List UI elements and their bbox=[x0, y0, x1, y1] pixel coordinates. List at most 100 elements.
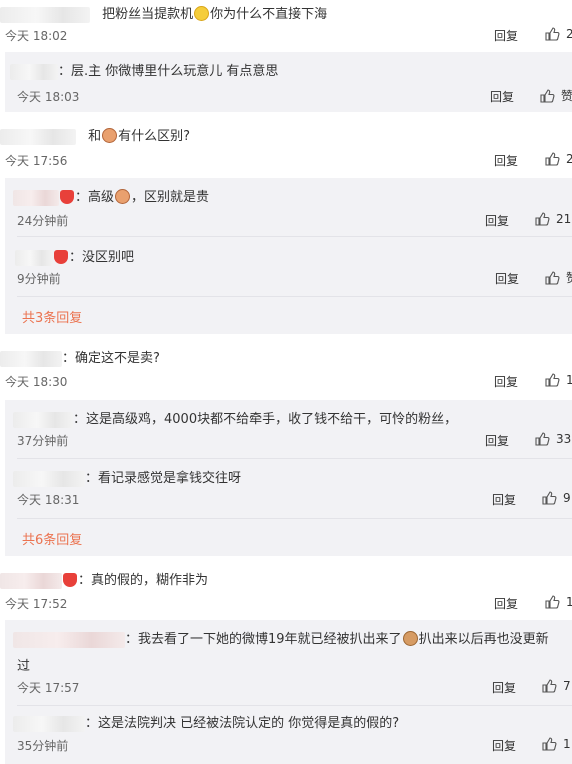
replier-name-blurred[interactable] bbox=[13, 470, 85, 487]
reply-button[interactable]: 回复 bbox=[494, 152, 518, 169]
thumbs-up-icon bbox=[542, 737, 557, 751]
reply-container: ：层.主 你微博里什么玩意儿 有点意思 今天 18:03 回复 赞 bbox=[5, 52, 572, 112]
like-button[interactable]: 33 bbox=[534, 431, 571, 447]
replier-name-blurred[interactable] bbox=[13, 411, 73, 428]
like-button[interactable]: 9 bbox=[541, 490, 571, 506]
more-replies-link[interactable]: 共6条回复 bbox=[22, 529, 82, 548]
reply-time: 今天 18:31 bbox=[17, 493, 80, 507]
like-count: 21 bbox=[556, 212, 572, 226]
commenter-avatar-blurred[interactable] bbox=[0, 350, 62, 367]
like-count: 1 bbox=[566, 373, 572, 387]
comment-text: 把粉丝当提款机 bbox=[102, 7, 194, 22]
thumbs-up-icon bbox=[545, 27, 560, 41]
divider bbox=[17, 518, 572, 519]
divider bbox=[17, 236, 572, 237]
like-button[interactable]: 7 bbox=[541, 678, 571, 694]
reply-button[interactable]: 回复 bbox=[495, 270, 519, 287]
like-button[interactable]: 1 bbox=[544, 372, 572, 388]
thumbs-up-icon bbox=[545, 152, 560, 166]
comment-3: ：确定这不是卖? 今天 18:30 回复 1 bbox=[0, 336, 572, 398]
comment-time: 今天 17:56 bbox=[5, 154, 68, 168]
reply-time: 24分钟前 bbox=[17, 214, 69, 228]
reply-button[interactable]: 回复 bbox=[485, 432, 509, 449]
like-count: 9 bbox=[563, 491, 571, 505]
like-count: 7 bbox=[563, 679, 571, 693]
reply-container: ：高级，区别就是贵 24分钟前 回复 21 ：没区别吧 9分钟前 回复 赞 共3… bbox=[5, 178, 572, 334]
thumbs-up-icon bbox=[545, 270, 560, 285]
reply-text: 看记录感觉是拿钱交往呀 bbox=[98, 471, 242, 486]
like-count: 赞 bbox=[561, 89, 572, 103]
comment-text: 确定这不是卖? bbox=[75, 351, 160, 366]
replier-name-blurred[interactable] bbox=[13, 631, 125, 648]
like-count: 赞 bbox=[566, 269, 572, 286]
vip-badge-icon bbox=[63, 573, 77, 587]
reply-text: 没区别吧 bbox=[82, 250, 135, 265]
thumbs-up-icon bbox=[542, 679, 557, 693]
like-button[interactable]: 2 bbox=[544, 26, 572, 42]
comment-time: 今天 18:30 bbox=[5, 375, 68, 389]
comment-4: ：真的假的，糊作非为 今天 17:52 回复 1 bbox=[0, 558, 572, 618]
replier-name-blurred[interactable] bbox=[15, 249, 53, 266]
comment-1: 把粉丝当提款机 你为什么不直接下海 今天 18:02 回复 2 bbox=[0, 0, 572, 52]
reply-button[interactable]: 回复 bbox=[494, 373, 518, 390]
comment-time: 今天 17:52 bbox=[5, 597, 68, 611]
replier-name-blurred[interactable] bbox=[13, 189, 59, 206]
like-button[interactable]: 赞 bbox=[539, 87, 572, 104]
commenter-avatar-blurred[interactable] bbox=[0, 128, 76, 145]
reply-text: 这是高级鸡，4000块都不给牵手，收了钱不给干，可怜的粉丝， bbox=[86, 412, 458, 427]
reply-button[interactable]: 回复 bbox=[492, 679, 516, 696]
thumbs-up-icon bbox=[545, 373, 560, 387]
like-count: 2 bbox=[566, 27, 572, 41]
smile-emoji-icon bbox=[194, 6, 210, 21]
like-button[interactable]: 21 bbox=[534, 211, 571, 227]
vip-badge-icon bbox=[60, 190, 74, 204]
bird-emoji-icon bbox=[115, 189, 131, 204]
thumbs-up-icon bbox=[540, 88, 555, 103]
divider bbox=[17, 705, 572, 706]
vip-badge-icon bbox=[54, 250, 68, 264]
reply-text: 我去看了一下她的微博19年就已经被扒出来了 bbox=[138, 632, 402, 647]
replier-name-blurred[interactable] bbox=[13, 715, 85, 732]
reply-text: 这是法院判决 已经被法院认定的 你觉得是真的假的? bbox=[98, 716, 400, 731]
dog-emoji-icon bbox=[402, 631, 418, 646]
like-count: 2 bbox=[566, 152, 572, 166]
reply-time: 今天 17:57 bbox=[17, 681, 80, 695]
reply-container: ：这是高级鸡，4000块都不给牵手，收了钱不给干，可怜的粉丝， 37分钟前 回复… bbox=[5, 400, 572, 556]
thumbs-up-icon bbox=[545, 595, 560, 609]
reply-button[interactable]: 回复 bbox=[492, 491, 516, 508]
reply-text: 高级 bbox=[88, 190, 115, 205]
commenter-avatar-blurred[interactable] bbox=[0, 6, 90, 23]
reply-container: ：我去看了一下她的微博19年就已经被扒出来了 扒出来以后再也没更新 过 今天 17… bbox=[5, 620, 572, 764]
replier-name-blurred[interactable] bbox=[10, 63, 58, 80]
like-button[interactable]: 2 bbox=[544, 151, 572, 167]
comment-2: 和 有什么区别? 今天 17:56 回复 2 bbox=[0, 112, 572, 176]
divider bbox=[17, 458, 572, 459]
like-button[interactable]: 赞 bbox=[544, 269, 572, 286]
reply-button[interactable]: 回复 bbox=[494, 595, 518, 612]
reply-text: 层.主 你微博里什么玩意儿 有点意思 bbox=[71, 64, 279, 79]
reply-time: 37分钟前 bbox=[17, 434, 69, 448]
comment-text: 你为什么不直接下海 bbox=[210, 7, 328, 22]
like-button[interactable]: 1 bbox=[544, 594, 572, 610]
more-replies-link[interactable]: 共3条回复 bbox=[22, 307, 82, 326]
reply-text: ，区别就是贵 bbox=[131, 190, 210, 205]
thumbs-up-icon bbox=[542, 491, 557, 505]
reply-text-continued: 过 bbox=[17, 659, 31, 674]
commenter-avatar-blurred[interactable] bbox=[0, 572, 62, 589]
comment-time: 今天 18:02 bbox=[5, 29, 68, 43]
thumbs-up-icon bbox=[535, 212, 550, 226]
reply-time: 35分钟前 bbox=[17, 739, 69, 753]
reply-text: 扒出来以后再也没更新 bbox=[418, 632, 549, 647]
reply-button[interactable]: 回复 bbox=[494, 27, 518, 44]
reply-time: 9分钟前 bbox=[17, 272, 61, 286]
reply-button[interactable]: 回复 bbox=[490, 88, 514, 105]
comment-text: 有什么区别? bbox=[118, 129, 191, 144]
reply-button[interactable]: 回复 bbox=[485, 212, 509, 229]
like-count: 1 bbox=[566, 595, 572, 609]
reply-button[interactable]: 回复 bbox=[492, 737, 516, 754]
like-button[interactable]: 1 bbox=[541, 736, 571, 752]
like-count: 33 bbox=[556, 432, 572, 446]
like-count: 1 bbox=[563, 737, 571, 751]
comment-text: 和 bbox=[88, 129, 102, 144]
comment-text: 真的假的，糊作非为 bbox=[91, 573, 209, 588]
